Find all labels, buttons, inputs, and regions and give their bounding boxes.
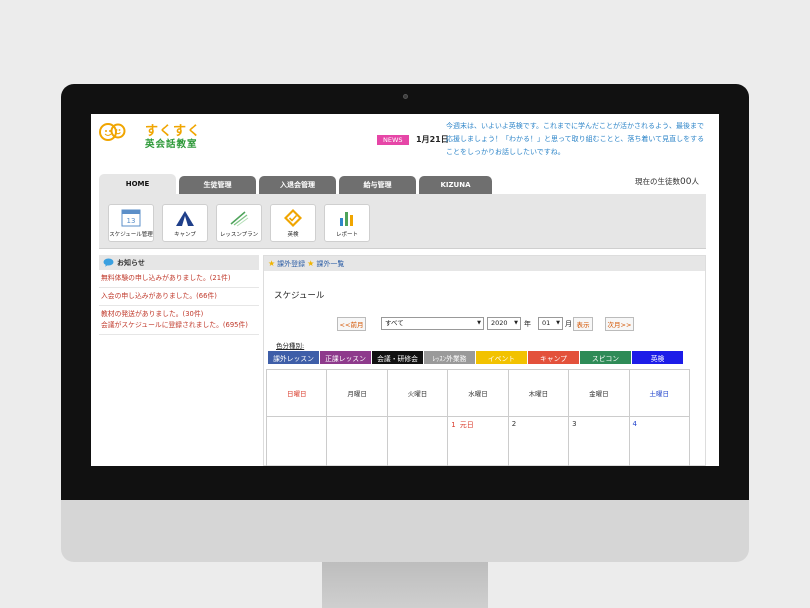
eiken-button[interactable]: 英検	[270, 204, 316, 242]
star-icon: ★	[307, 259, 315, 268]
legend-item: ﾚｯｽﾝ外業務	[424, 351, 475, 364]
calendar-table: 日曜日 月曜日 火曜日 水曜日 木曜日 金曜日 土曜日 1 元日 2 3 4	[265, 369, 691, 466]
monitor-stand	[322, 562, 488, 608]
weekday-header: 木曜日	[507, 369, 570, 417]
legend-item: キャンプ	[528, 351, 579, 364]
notices-title: お知らせ	[117, 258, 145, 267]
schedule-management-button[interactable]: 13 スケジュール管理	[108, 204, 154, 242]
chevron-down-icon: ▼	[556, 320, 560, 326]
year-select[interactable]: 2020 ▼	[487, 317, 521, 330]
legend-item: 会議・研修会	[372, 351, 423, 364]
lesson-plan-icon	[230, 211, 249, 227]
legend-item: 課外レッスン	[268, 351, 319, 364]
weekday-header: 土曜日	[628, 369, 691, 417]
svg-text:13: 13	[127, 217, 136, 225]
legend-item: 正課レッスン	[320, 351, 371, 364]
notice-item[interactable]: 入会の申し込みがありました。(66件)	[99, 288, 259, 306]
notice-item[interactable]: 会議がスケジュールに登録されました。(695件)	[99, 320, 259, 335]
year-label: 年	[524, 320, 531, 328]
legend-item: 英検	[632, 351, 683, 364]
day-number: 2	[511, 420, 517, 428]
app-logo[interactable]: すくすく 英会話教室	[99, 120, 204, 150]
camera-dot	[403, 94, 408, 99]
month-label: 月	[565, 320, 572, 328]
lesson-plan-button[interactable]: レッスンプラン	[216, 204, 262, 242]
speech-bubble-icon	[103, 258, 114, 267]
app-screen: すくすく 英会話教室 NEWS 1月21日 今週末は、いよいよ英検です。これまで…	[91, 114, 719, 466]
tool-label: レポート	[335, 232, 358, 238]
notice-item[interactable]: 無料体験の申し込みがありました。(21件)	[99, 270, 259, 288]
report-chart-icon	[340, 212, 353, 226]
schedule-panel: ★ 課外登録 ★ 課外一覧 スケジュール <<前月 すべて ▼ 2020 ▼ 年…	[263, 255, 706, 466]
tab-home[interactable]: HOME	[99, 174, 176, 194]
extracurricular-register-link[interactable]: 課外登録	[277, 259, 305, 269]
legend-item: イベント	[476, 351, 527, 364]
tent-icon	[176, 211, 194, 226]
tab-salary-management[interactable]: 給与管理	[339, 176, 416, 194]
calendar-day-cell[interactable]	[386, 416, 449, 466]
weekday-header: 金曜日	[568, 369, 630, 417]
year-select-value: 2020	[491, 319, 508, 327]
star-icon: ★	[268, 259, 276, 268]
tab-student-management[interactable]: 生徒管理	[179, 176, 256, 194]
tool-label: キャンプ	[174, 232, 196, 238]
student-count-label: 現在の生徒数	[635, 177, 680, 186]
chevron-down-icon: ▼	[477, 320, 481, 326]
category-select[interactable]: すべて ▼	[381, 317, 484, 330]
calendar-day-cell[interactable]: 2	[507, 416, 570, 466]
camp-button[interactable]: キャンプ	[162, 204, 208, 242]
legend-title: 色分種別:	[276, 342, 305, 350]
monitor-chin	[61, 500, 749, 562]
chevron-down-icon: ▼	[514, 320, 518, 326]
tool-label: 英検	[287, 232, 299, 238]
logo-text-bottom: 英会話教室	[145, 139, 198, 150]
student-count: 現在の生徒数00人	[635, 176, 699, 187]
schedule-title: スケジュール	[274, 291, 325, 301]
extracurricular-list-link[interactable]: 課外一覧	[316, 259, 344, 269]
weekday-header: 水曜日	[447, 369, 509, 417]
calendar-day-cell[interactable]: 4	[628, 416, 691, 466]
tab-kizuna[interactable]: KIZUNA	[419, 176, 492, 194]
month-select-value: 01	[542, 319, 551, 327]
home-toolbar: 13 スケジュール管理 キャンプ レッスンプラン 英検 レポート	[99, 194, 706, 249]
calendar-icon: 13	[121, 209, 141, 227]
report-button[interactable]: レポート	[324, 204, 370, 242]
weekday-header: 月曜日	[326, 369, 388, 417]
next-month-button[interactable]: 次月>>	[605, 317, 634, 331]
news-badge: NEWS	[377, 135, 409, 145]
news-text: 今週末は、いよいよ英検です。これまでに学んだことが活かされるよう、最後まで応援し…	[446, 122, 705, 156]
legend-item: スピコン	[580, 351, 631, 364]
month-select[interactable]: 01 ▼	[538, 317, 563, 330]
weekday-header: 火曜日	[386, 369, 449, 417]
holiday-label: 元日	[459, 421, 474, 429]
prev-month-button[interactable]: <<前月	[337, 317, 366, 331]
weekday-row: 日曜日 月曜日 火曜日 水曜日 木曜日 金曜日 土曜日	[265, 369, 691, 417]
tab-enrollment-management[interactable]: 入退会管理	[259, 176, 336, 194]
notices-panel: お知らせ 無料体験の申し込みがありました。(21件) 入会の申し込みがありました…	[99, 255, 259, 349]
day-number: 4	[632, 420, 637, 428]
check-badge-icon	[284, 209, 302, 227]
tool-label: レッスンプラン	[219, 232, 259, 238]
notices-header: お知らせ	[99, 255, 259, 270]
calendar-day-cell[interactable]	[326, 416, 388, 466]
student-count-unit: 人	[691, 177, 699, 186]
student-count-value: 00	[680, 177, 692, 187]
news-date: 1月21日	[416, 135, 449, 144]
show-button[interactable]: 表示	[573, 317, 593, 331]
logo-face-icon	[99, 123, 126, 141]
calendar-day-cell[interactable]: 3	[568, 416, 630, 466]
notice-item[interactable]: 教材の発送がありました。(30件)	[99, 306, 259, 320]
calendar-day-cell[interactable]	[265, 416, 328, 466]
category-select-value: すべて	[385, 319, 404, 327]
tool-label: スケジュール管理	[109, 232, 153, 238]
day-number: 3	[572, 420, 577, 428]
weekday-header: 日曜日	[265, 369, 328, 417]
day-number: 1	[451, 421, 456, 429]
calendar-day-cell[interactable]: 1 元日	[447, 416, 509, 466]
calendar-week-row: 1 元日 2 3 4	[265, 416, 691, 466]
schedule-links: ★ 課外登録 ★ 課外一覧	[264, 256, 705, 271]
